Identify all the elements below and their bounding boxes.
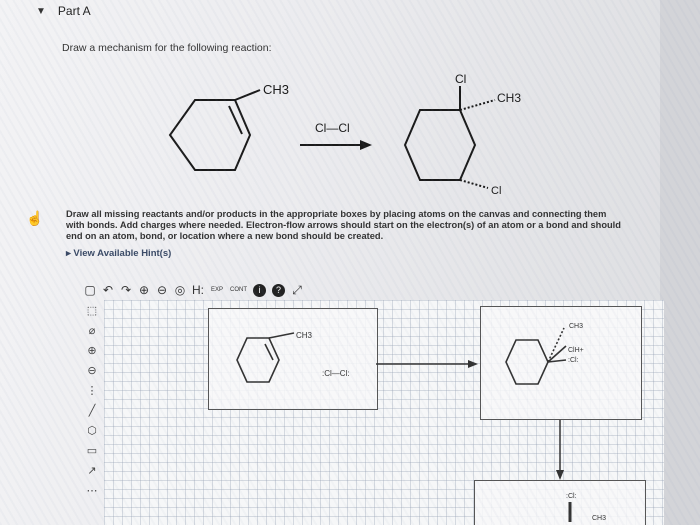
box3-chloride-label: :Cl: bbox=[566, 493, 577, 500]
negative-charge-icon[interactable]: ⊖ bbox=[84, 364, 100, 377]
reagent-label: Cl—Cl bbox=[315, 121, 350, 135]
positive-charge-icon[interactable]: ⊕ bbox=[84, 344, 100, 357]
single-bond-icon[interactable]: ╱ bbox=[84, 404, 100, 417]
box-tool-icon[interactable]: ▭ bbox=[84, 444, 100, 457]
screen: ▼ Part A Draw a mechanism for the follow… bbox=[0, 0, 700, 525]
product-cl-bottom-label: Cl bbox=[491, 185, 501, 197]
box1-ch3-label: CH3 bbox=[296, 331, 313, 340]
reaction-scheme: CH3 Cl—Cl Cl CH3 Cl bbox=[168, 72, 521, 197]
mouse-cursor-icon: ☝ bbox=[26, 210, 44, 226]
page-edge bbox=[660, 0, 700, 525]
collapse-caret-icon[interactable]: ▼ bbox=[36, 6, 46, 17]
drawing-canvas[interactable]: CH3 :Cl—Cl: CH3 ClH+ :Cl: :Cl: CH3 bbox=[104, 300, 664, 525]
reactant-molecule bbox=[168, 89, 261, 171]
info-icon[interactable]: i bbox=[253, 283, 266, 297]
step-arrow-1-head-icon bbox=[468, 360, 478, 368]
more-tools-icon[interactable]: ⋯ bbox=[84, 484, 100, 497]
expand-button[interactable]: EXP bbox=[210, 282, 224, 298]
box2-ch3-label: CH3 bbox=[569, 323, 583, 330]
product-cl-top-label: Cl bbox=[455, 72, 466, 86]
question-prompt: Draw a mechanism for the following react… bbox=[62, 42, 272, 54]
product-molecule bbox=[403, 86, 496, 189]
step-arrow-2-head-icon bbox=[556, 470, 564, 480]
box2-chloride-label: :Cl: bbox=[568, 357, 579, 364]
contract-button[interactable]: CONT bbox=[230, 282, 247, 298]
product-ch3-label: CH3 bbox=[497, 91, 521, 105]
h-toggle-button[interactable]: H: bbox=[192, 282, 204, 298]
zoom-out-icon[interactable]: ⊖ bbox=[156, 282, 168, 298]
reaction-arrow-icon bbox=[300, 140, 372, 150]
lone-pair-icon[interactable]: ⋮ bbox=[84, 384, 100, 397]
view-hints-link[interactable]: ▸ View Available Hint(s) bbox=[66, 248, 171, 259]
box1-molecule bbox=[236, 332, 295, 383]
tool-sidebar: ⬚ ⌀ ⊕ ⊖ ⋮ ╱ ⬡ ▭ ↗ ⋯ bbox=[84, 302, 102, 525]
box3-ch3-label: CH3 bbox=[592, 515, 606, 522]
drawing-toolbar: ▢ ↶ ↷ ⊕ ⊖ ◎ H: EXP CONT i ? ⤢ bbox=[84, 280, 303, 300]
redo-icon[interactable]: ↷ bbox=[120, 282, 132, 298]
canvas-drawings: CH3 :Cl—Cl: CH3 ClH+ :Cl: :Cl: CH3 bbox=[236, 323, 606, 522]
select-tool-icon[interactable]: ⬚ bbox=[84, 304, 100, 317]
part-header[interactable]: ▼ Part A bbox=[36, 4, 91, 18]
box1-reagent-label: :Cl—Cl: bbox=[322, 369, 350, 378]
box2-molecule bbox=[505, 327, 567, 385]
part-label: Part A bbox=[57, 4, 91, 18]
template-icon[interactable]: ⬡ bbox=[84, 424, 100, 437]
reactant-ch3-label: CH3 bbox=[263, 82, 289, 97]
zoom-fit-icon[interactable]: ◎ bbox=[174, 282, 186, 298]
zoom-in-icon[interactable]: ⊕ bbox=[138, 282, 150, 298]
help-button[interactable]: ? bbox=[272, 283, 285, 297]
undo-icon[interactable]: ↶ bbox=[102, 282, 114, 298]
eraser-icon[interactable]: ⌀ bbox=[84, 324, 100, 337]
fullscreen-icon[interactable]: ⤢ bbox=[291, 282, 303, 298]
new-document-icon[interactable]: ▢ bbox=[84, 282, 96, 298]
box2-chloronium-label: ClH+ bbox=[568, 347, 584, 354]
arrow-tool-icon[interactable]: ↗ bbox=[84, 464, 100, 477]
hints-label: View Available Hint(s) bbox=[73, 248, 172, 259]
instructions-text: Draw all missing reactants and/or produc… bbox=[66, 209, 621, 241]
